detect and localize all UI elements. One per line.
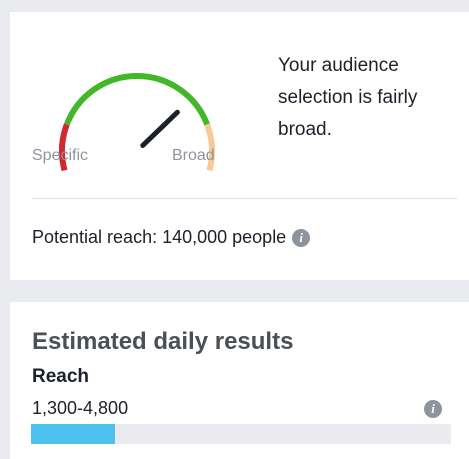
info-icon[interactable]: i	[424, 400, 442, 418]
gauge-needle	[140, 109, 180, 148]
reach-range: 1,300-4,800	[32, 398, 129, 418]
potential-reach-row: Potential reach: 140,000 people i	[32, 227, 311, 248]
info-icon[interactable]: i	[292, 228, 311, 247]
gauge-label-broad: Broad	[172, 147, 215, 164]
audience-definition-card: Specific Broad Your audience selection i…	[10, 12, 469, 280]
estimated-results-card: Estimated daily results Reach 1,300-4,80…	[10, 302, 469, 459]
reach-progress-fill	[31, 424, 115, 444]
gauge-label-specific: Specific	[32, 147, 89, 164]
results-title: Estimated daily results	[32, 328, 294, 355]
audience-description: Your audience selection is fairly broad.	[278, 55, 418, 140]
reach-progress-bar	[31, 424, 451, 444]
reach-label: Reach	[32, 366, 90, 387]
divider	[32, 198, 457, 199]
potential-reach-text: Potential reach: 140,000 people	[32, 227, 287, 247]
gauge-arc-middle	[64, 72, 210, 126]
